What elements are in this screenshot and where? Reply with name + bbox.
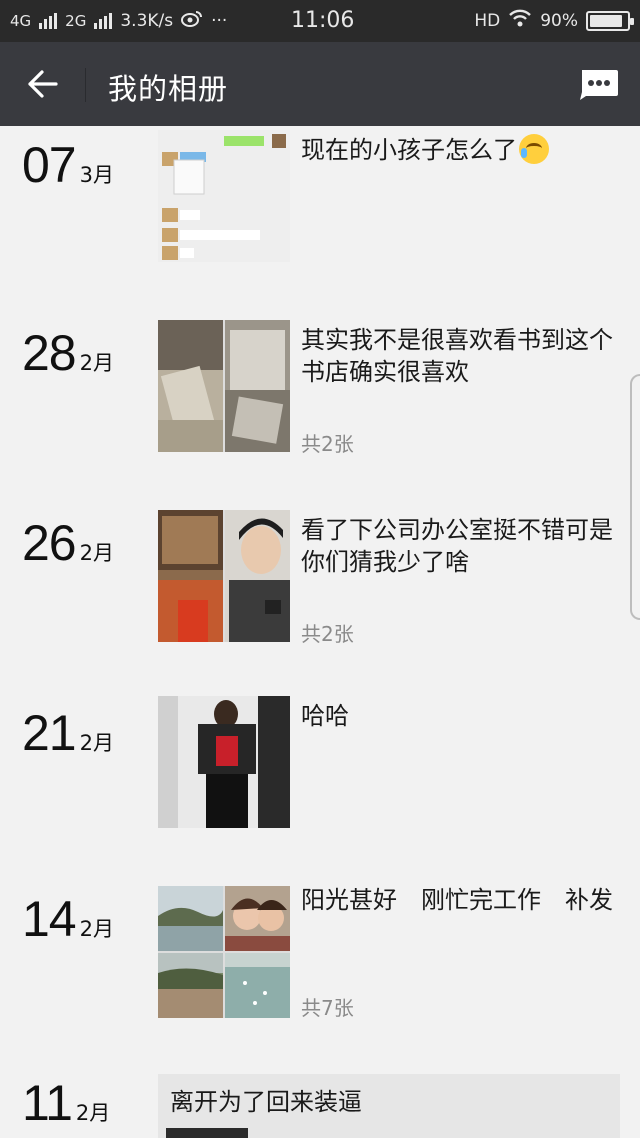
battery-fill xyxy=(590,14,623,27)
clock: 11:06 xyxy=(291,8,355,33)
entry-day: 21 xyxy=(22,705,77,761)
photo-thumbnail-grid[interactable] xyxy=(158,510,290,642)
entry-month: 2月 xyxy=(79,917,114,941)
more-notifications-icon: ··· xyxy=(211,10,228,31)
entry-month: 2月 xyxy=(75,1101,111,1125)
network-4g-label: 4G xyxy=(10,11,32,30)
album-entry[interactable]: 07 3月 现在的小孩子怎么了 xyxy=(0,126,640,296)
photo-thumbnail-grid[interactable] xyxy=(158,320,290,452)
bookstore-photo-1 xyxy=(158,320,223,452)
entry-month: 3月 xyxy=(79,163,114,187)
status-bar: 4G 2G 3.3K/s ··· 11:06 HD 90% xyxy=(0,0,640,42)
scroll-indicator[interactable] xyxy=(630,374,640,620)
selfie-photo xyxy=(225,510,290,642)
status-left: 4G 2G 3.3K/s ··· xyxy=(10,9,227,32)
entry-date: 07 3月 xyxy=(22,136,114,194)
arrow-left-icon xyxy=(28,70,58,98)
entry-month: 2月 xyxy=(79,541,114,565)
water-photo xyxy=(225,953,290,1018)
photo-count: 共2张 xyxy=(301,432,354,456)
title-bar: 我的相册 xyxy=(0,42,640,126)
lake-photo-1 xyxy=(158,886,223,951)
entry-caption: 看了下公司办公室挺不错可是你们猜我少了啥 xyxy=(301,516,613,576)
photo-thumbnail[interactable] xyxy=(158,130,290,262)
entry-day: 11 xyxy=(22,1075,73,1131)
bookstore-photo-2 xyxy=(225,320,290,452)
album-entry[interactable]: 14 2月 阳光甚好 刚忙完工作 补发 共7张 xyxy=(0,882,640,1042)
battery-icon xyxy=(586,10,634,31)
entry-caption: 阳光甚好 刚忙完工作 补发 xyxy=(301,886,613,914)
chat-screenshot-image xyxy=(158,130,290,262)
office-photo xyxy=(158,510,223,642)
entry-date: 28 2月 xyxy=(22,324,114,382)
entry-date: 14 2月 xyxy=(22,890,114,948)
photo-thumbnail[interactable] xyxy=(158,696,290,828)
entry-date: 21 2月 xyxy=(22,704,114,762)
photo-count: 共7张 xyxy=(301,996,354,1020)
entry-date: 26 2月 xyxy=(22,514,114,572)
title-divider xyxy=(85,68,86,102)
network-speed: 3.3K/s xyxy=(120,10,174,31)
entry-month: 2月 xyxy=(79,731,114,755)
album-entry[interactable]: 28 2月 其实我不是很喜欢看书到这个书店确实很喜欢 共2张 xyxy=(0,316,640,466)
network-2g-label: 2G xyxy=(65,11,87,30)
entry-day: 28 xyxy=(22,325,77,381)
entry-caption: 其实我不是很喜欢看书到这个书店确实很喜欢 xyxy=(301,326,613,386)
entry-date: 11 2月 xyxy=(22,1074,110,1132)
hd-label: HD xyxy=(474,10,501,31)
weibo-icon xyxy=(181,9,203,32)
entry-month: 2月 xyxy=(79,351,114,375)
mirror-selfie-image xyxy=(158,696,290,828)
signal-icon xyxy=(39,12,58,29)
entry-day: 26 xyxy=(22,515,77,571)
entry-day: 07 xyxy=(22,137,77,193)
message-button[interactable] xyxy=(578,68,620,100)
entry-day: 14 xyxy=(22,891,77,947)
selfie-photo-2 xyxy=(225,886,290,951)
album-entry[interactable]: 11 2月 离开为了回来装逼 xyxy=(0,1074,640,1138)
caption-text: 现在的小孩子怎么了 xyxy=(301,136,517,164)
album-feed[interactable]: 07 3月 现在的小孩子怎么了 28 2月 其实我不是很喜欢看书到这个书店确实很… xyxy=(0,126,640,1138)
battery-percent: 90% xyxy=(540,10,578,31)
wifi-icon xyxy=(508,9,532,32)
entry-caption: 哈哈 xyxy=(301,702,349,730)
entry-caption: 现在的小孩子怎么了 xyxy=(301,134,621,166)
photo-thumbnail-grid[interactable] xyxy=(158,886,290,1018)
page-title: 我的相册 xyxy=(108,72,229,106)
text-post-card[interactable]: 离开为了回来装逼 xyxy=(158,1074,620,1138)
album-entry[interactable]: 21 2月 哈哈 xyxy=(0,696,640,846)
lake-photo-2 xyxy=(158,953,223,1018)
album-entry[interactable]: 26 2月 看了下公司办公室挺不错可是你们猜我少了啥 共2张 xyxy=(0,506,640,656)
back-button[interactable] xyxy=(20,64,64,104)
crying-laughing-emoji-icon xyxy=(519,134,549,164)
photo-count: 共2张 xyxy=(301,622,354,646)
entry-caption: 离开为了回来装逼 xyxy=(170,1088,362,1116)
status-right: HD 90% xyxy=(474,9,634,32)
link-thumbnail xyxy=(166,1128,248,1138)
chat-bubble-icon xyxy=(580,70,618,100)
signal-icon-2 xyxy=(94,12,113,29)
